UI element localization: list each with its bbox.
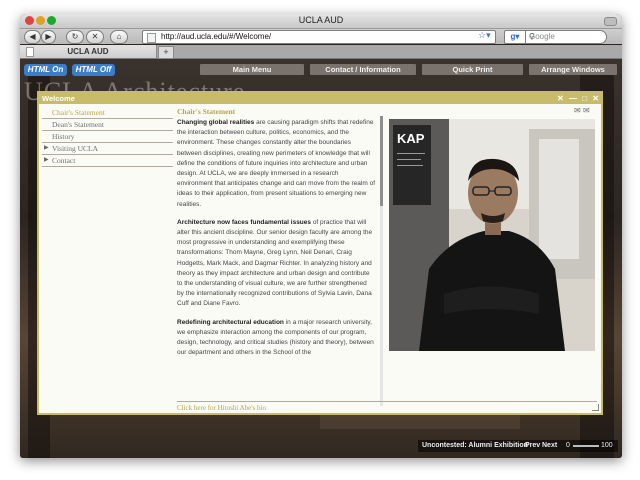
nav-item-contact[interactable]: ▶ Contact bbox=[42, 155, 173, 167]
new-tab-button[interactable]: + bbox=[158, 46, 174, 59]
back-button[interactable]: ◀ bbox=[24, 30, 41, 44]
html-on-button[interactable]: HTML On bbox=[24, 64, 67, 76]
page-content: UCLA Architecture HTML On HTML Off Main … bbox=[20, 59, 622, 458]
browser-window: UCLA AUD ◀ ▶ ↻ ✕ ⌂ http://aud.ucla.edu/#… bbox=[20, 14, 622, 458]
expand-triangle-icon: ▶ bbox=[44, 145, 49, 151]
nav-item-deans-statement[interactable]: Dean's Statement bbox=[42, 119, 173, 131]
search-engine-icon[interactable]: g▾ bbox=[504, 30, 526, 44]
site-menu-bar: HTML On HTML Off Main Menu Contact / Inf… bbox=[20, 63, 622, 77]
exhibition-bar: Uncontested: Alumni Exhibition Prev Next… bbox=[418, 440, 618, 452]
toolbar-toggle-button[interactable] bbox=[604, 17, 617, 26]
nav-item-label: History bbox=[52, 132, 75, 141]
expand-triangle-icon: ▶ bbox=[44, 157, 49, 163]
panel-maximize-icon[interactable]: □ bbox=[582, 94, 587, 103]
title-bar: UCLA AUD bbox=[20, 14, 622, 29]
tab-ucla-aud[interactable]: UCLA AUD bbox=[20, 45, 157, 58]
paragraph: Architecture now faces fundamental issue… bbox=[177, 218, 375, 310]
tab-bar: UCLA AUD + bbox=[20, 45, 622, 59]
prev-button[interactable]: Prev bbox=[525, 440, 540, 452]
panel-header[interactable]: Welcome ✕ — □ ✕ bbox=[39, 93, 601, 104]
panel-minimize-icon[interactable]: — bbox=[569, 94, 577, 103]
main-menu-button[interactable]: Main Menu bbox=[200, 64, 304, 75]
stop-icon: ✕ bbox=[91, 32, 99, 41]
quick-print-button[interactable]: Quick Print bbox=[422, 64, 523, 75]
panel-close-icon[interactable]: ✕ bbox=[592, 94, 599, 103]
content-title: Chair's Statement bbox=[177, 107, 236, 116]
paragraph-lead: Changing global realities bbox=[177, 119, 255, 126]
home-button[interactable]: ⌂ bbox=[110, 30, 128, 44]
resize-handle-icon[interactable] bbox=[592, 404, 599, 411]
url-text: http://aud.ucla.edu/#/Welcome/ bbox=[161, 32, 272, 41]
zoom-max-label: 100 bbox=[601, 442, 613, 449]
url-bar[interactable]: http://aud.ucla.edu/#/Welcome/ bbox=[142, 30, 496, 44]
window-title: UCLA AUD bbox=[298, 15, 344, 25]
kap-sign-text: KAP bbox=[397, 131, 425, 146]
bookmark-star-icon[interactable]: ☆▾ bbox=[478, 30, 491, 41]
contact-information-button[interactable]: Contact / Information bbox=[310, 64, 416, 75]
nav-item-label: Chair's Statement bbox=[52, 108, 105, 117]
footer-divider bbox=[177, 401, 597, 402]
share-icon[interactable]: ✉ bbox=[583, 106, 590, 115]
paragraph-lead: Redefining architectural education bbox=[177, 318, 284, 326]
search-input[interactable]: Google ⚲ bbox=[525, 30, 607, 44]
email-icon[interactable]: ✉ bbox=[574, 106, 581, 115]
next-button[interactable]: Next bbox=[542, 440, 557, 452]
browser-toolbar: ◀ ▶ ↻ ✕ ⌂ http://aud.ucla.edu/#/Welcome/… bbox=[20, 29, 622, 44]
paragraph: Redefining architectural education in a … bbox=[177, 318, 375, 359]
panel-close-icon[interactable]: ✕ bbox=[557, 94, 564, 103]
arrange-windows-button[interactable]: Arrange Windows bbox=[529, 64, 617, 75]
nav-item-label: Contact bbox=[52, 156, 76, 165]
tab-label: UCLA AUD bbox=[67, 47, 109, 56]
reload-button[interactable]: ↻ bbox=[66, 30, 84, 44]
mail-icons: ✉ ✉ bbox=[574, 106, 590, 115]
page-icon bbox=[147, 33, 156, 43]
nav-item-chairs-statement[interactable]: Chair's Statement bbox=[42, 107, 173, 119]
bio-link[interactable]: Click here for Hitoshi Abe's bio bbox=[177, 404, 266, 412]
statement-content: Chair's Statement Changing global realit… bbox=[177, 107, 375, 402]
panel-controls: ✕ — □ ✕ bbox=[554, 93, 599, 104]
nav-item-visiting-ucla[interactable]: ▶ Visiting UCLA bbox=[42, 143, 173, 155]
chair-portrait-image: KAP bbox=[389, 119, 595, 351]
nav-item-label: Visiting UCLA bbox=[52, 144, 99, 153]
panel-title: Welcome bbox=[42, 94, 75, 103]
forward-button[interactable]: ▶ bbox=[41, 30, 56, 44]
paragraph-text: are causing paradigm shifts that redefin… bbox=[177, 119, 375, 208]
nav-item-history[interactable]: History bbox=[42, 131, 173, 143]
content-scrollbar-thumb[interactable] bbox=[380, 116, 383, 206]
exhibition-title[interactable]: Uncontested: Alumni Exhibition bbox=[422, 440, 528, 452]
forward-arrow-icon: ▶ bbox=[45, 32, 52, 41]
paragraph-text: of practice that will alter this ancient… bbox=[177, 218, 373, 308]
html-off-button[interactable]: HTML Off bbox=[72, 64, 115, 76]
panel-nav: Chair's Statement Dean's Statement Histo… bbox=[42, 107, 173, 167]
stop-button[interactable]: ✕ bbox=[86, 30, 104, 44]
reload-icon: ↻ bbox=[71, 32, 79, 41]
welcome-panel: Welcome ✕ — □ ✕ Chair's Statement Dean's… bbox=[37, 91, 603, 415]
tab-page-icon bbox=[26, 47, 34, 57]
paragraph: Changing global realities are causing pa… bbox=[177, 118, 375, 210]
home-icon: ⌂ bbox=[116, 32, 122, 41]
zoom-min-label: 0 bbox=[566, 442, 570, 449]
nav-item-label: Dean's Statement bbox=[52, 120, 104, 129]
paragraph-lead: Architecture now faces fundamental issue… bbox=[177, 218, 312, 226]
zoom-slider[interactable] bbox=[573, 445, 599, 447]
back-arrow-icon: ◀ bbox=[29, 32, 36, 41]
search-icon: ⚲ bbox=[529, 32, 535, 41]
